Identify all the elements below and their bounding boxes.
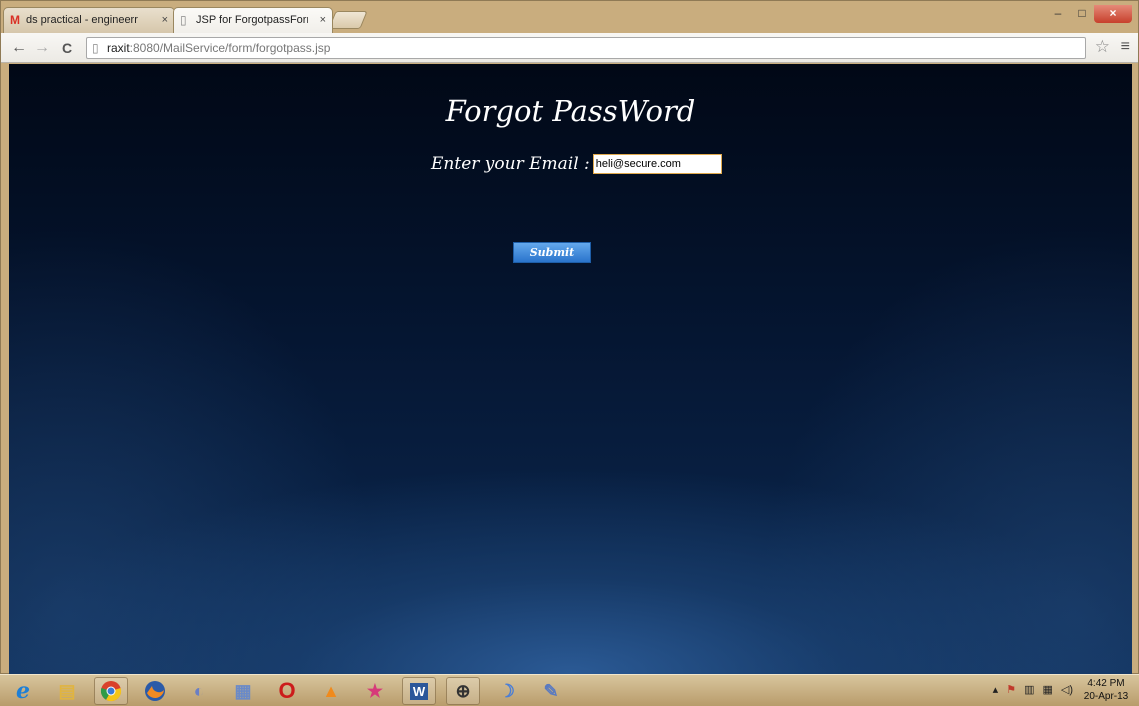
device-icon[interactable]: ▥ xyxy=(1024,683,1034,696)
url-path: :8080/MailService/form/forgotpass.jsp xyxy=(129,41,331,55)
page-content: Forgot PassWord Enter your Email : Submi… xyxy=(9,64,1132,674)
gmail-icon: M xyxy=(10,13,20,27)
tab-close-button[interactable]: × xyxy=(320,8,326,32)
clock-time: 4:42 PM xyxy=(1087,678,1125,689)
submit-button[interactable]: Submit xyxy=(513,242,591,263)
tab-forgotpass[interactable]: ▯ JSP for ForgotpassForm fo × xyxy=(173,7,333,33)
paint-icon[interactable]: ✎ xyxy=(534,677,568,705)
new-tab-button[interactable] xyxy=(328,11,368,29)
browser-toolbar: ← → C ▯ raxit:8080/MailService/form/forg… xyxy=(1,33,1138,63)
word-icon[interactable]: W xyxy=(402,677,436,705)
reload-button[interactable]: C xyxy=(57,38,77,58)
page-title: Forgot PassWord xyxy=(445,94,696,128)
chrome-icon[interactable] xyxy=(94,677,128,705)
email-label: Enter your Email : xyxy=(431,154,590,174)
firefox-icon[interactable] xyxy=(138,677,172,705)
taskbar: e ▤ ◐ ▦ O ▲ ★ W ⊕ ☽ ✎ ▴ ⚑ ▥ ▦ ◁) 4:42 PM… xyxy=(0,674,1139,706)
tab-close-button[interactable]: × xyxy=(162,8,168,32)
dolphin-icon[interactable]: ☽ xyxy=(490,677,524,705)
address-bar[interactable]: ▯ raxit:8080/MailService/form/forgotpass… xyxy=(86,37,1086,59)
volume-icon[interactable]: ◁) xyxy=(1061,683,1073,696)
star-app-icon[interactable]: ★ xyxy=(358,677,392,705)
tab-gmail[interactable]: M ds practical - engineerraxit × xyxy=(3,7,175,33)
file-explorer-icon[interactable]: ▤ xyxy=(50,677,84,705)
browser-window: M ds practical - engineerraxit × ▯ JSP f… xyxy=(0,0,1139,674)
maximize-button[interactable]: □ xyxy=(1070,5,1094,23)
network-icon[interactable]: ▦ xyxy=(1042,683,1052,696)
word-glyph: W xyxy=(409,682,429,700)
window-controls: – □ × xyxy=(1046,5,1132,23)
system-tray: ▴ ⚑ ▥ ▦ ◁) xyxy=(993,683,1073,696)
show-hidden-icons-icon[interactable]: ▴ xyxy=(993,683,999,696)
forward-button[interactable]: → xyxy=(32,38,52,58)
minimize-button[interactable]: – xyxy=(1046,5,1070,23)
back-button[interactable]: ← xyxy=(9,38,29,58)
eclipse-icon[interactable]: ◐ xyxy=(182,677,216,705)
email-field[interactable] xyxy=(592,154,722,174)
chrome-menu-icon[interactable]: ≡ xyxy=(1121,38,1130,56)
close-button[interactable]: × xyxy=(1094,5,1132,23)
tab-strip: M ds practical - engineerraxit × ▯ JSP f… xyxy=(1,1,1138,33)
internet-explorer-icon[interactable]: e xyxy=(6,677,40,705)
opera-icon[interactable]: O xyxy=(270,677,304,705)
page-icon: ▯ xyxy=(92,41,99,55)
action-center-flag-icon[interactable]: ⚑ xyxy=(1006,683,1016,696)
email-row: Enter your Email : xyxy=(431,152,722,176)
tab-title: ds practical - engineerraxit xyxy=(26,14,138,26)
page-icon: ▯ xyxy=(180,13,187,27)
taskbar-clock[interactable]: 4:42 PM 20-Apr-13 xyxy=(1083,677,1129,703)
database-icon[interactable]: ▦ xyxy=(226,677,260,705)
url-host: raxit xyxy=(107,41,130,55)
clock-date: 20-Apr-13 xyxy=(1083,691,1129,702)
paint-tool-icon[interactable]: ⊕ xyxy=(446,677,480,705)
tab-title: JSP for ForgotpassForm fo xyxy=(196,14,308,26)
vlc-icon[interactable]: ▲ xyxy=(314,677,348,705)
bookmark-star-icon[interactable]: ☆ xyxy=(1095,37,1110,57)
